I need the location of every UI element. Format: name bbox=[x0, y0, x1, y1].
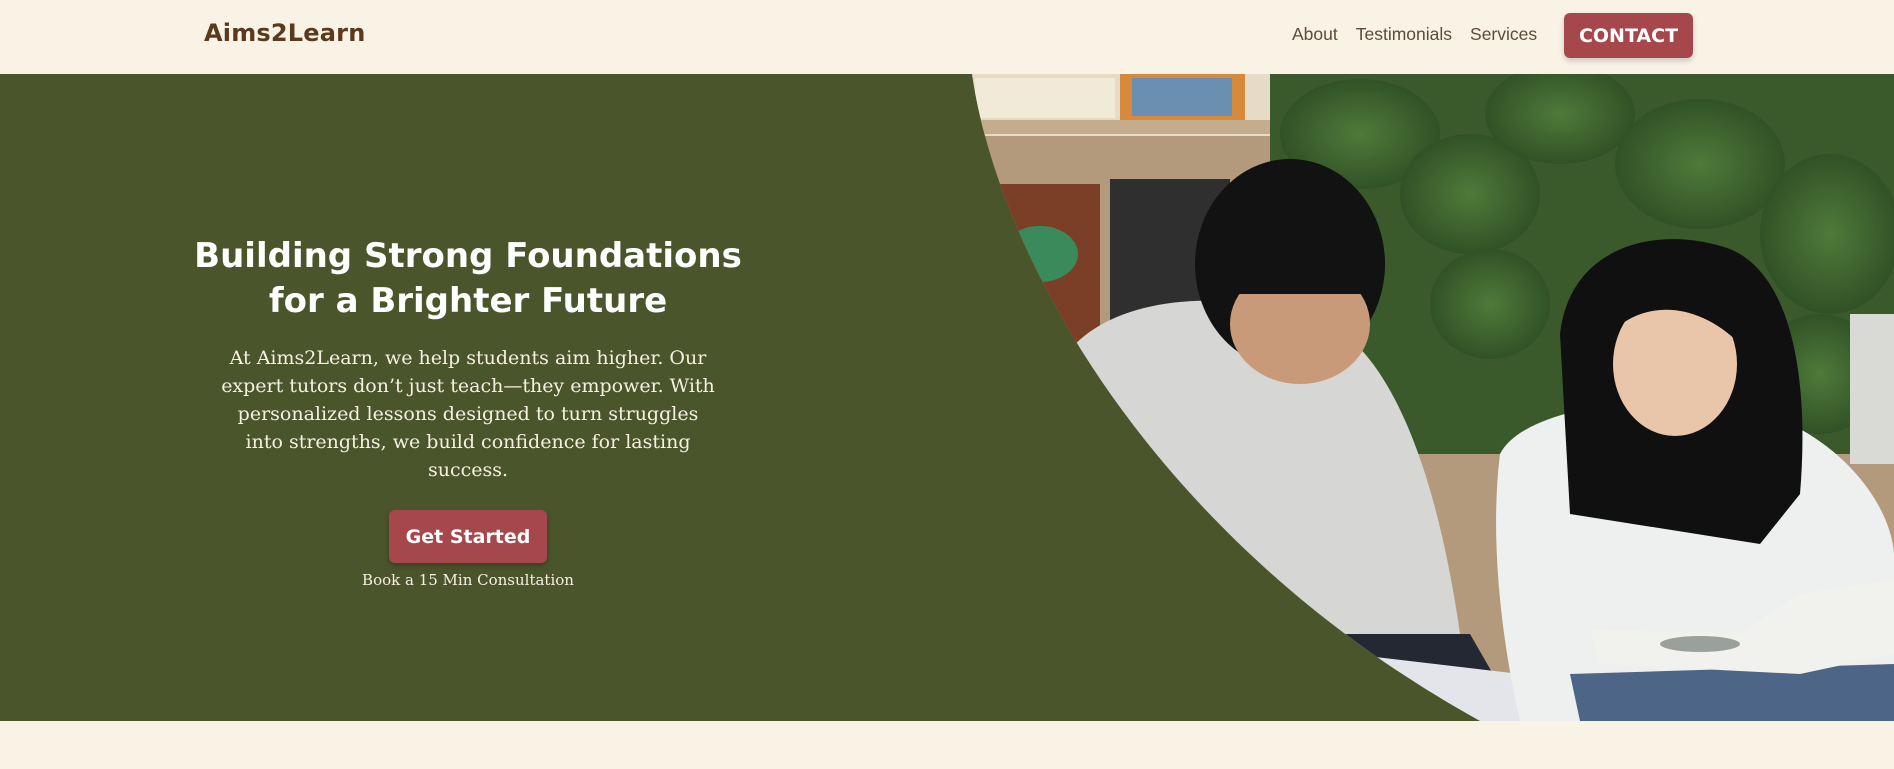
contact-button[interactable]: CONTACT bbox=[1564, 13, 1693, 58]
hero-title-line-1: Building Strong Foundations bbox=[194, 236, 742, 276]
hero-content: Building Strong Foundations for a Bright… bbox=[160, 234, 776, 589]
next-section-band bbox=[0, 721, 1894, 769]
site-header: Aims2Learn About Testimonials Services C… bbox=[0, 0, 1894, 74]
site-logo[interactable]: Aims2Learn bbox=[204, 19, 365, 47]
hero-title-line-2: for a Brighter Future bbox=[268, 281, 668, 321]
main-nav: About Testimonials Services bbox=[1292, 24, 1537, 45]
hero-description: At Aims2Learn, we help students aim high… bbox=[221, 347, 715, 481]
nav-link-services[interactable]: Services bbox=[1470, 24, 1537, 45]
hero-section: Building Strong Foundations for a Bright… bbox=[0, 74, 1894, 721]
consultation-caption: Book a 15 Min Consultation bbox=[362, 571, 574, 589]
nav-link-testimonials[interactable]: Testimonials bbox=[1356, 24, 1452, 45]
nav-link-about[interactable]: About bbox=[1292, 24, 1338, 45]
hero-title: Building Strong Foundations for a Bright… bbox=[160, 234, 776, 324]
get-started-button[interactable]: Get Started bbox=[389, 510, 547, 563]
